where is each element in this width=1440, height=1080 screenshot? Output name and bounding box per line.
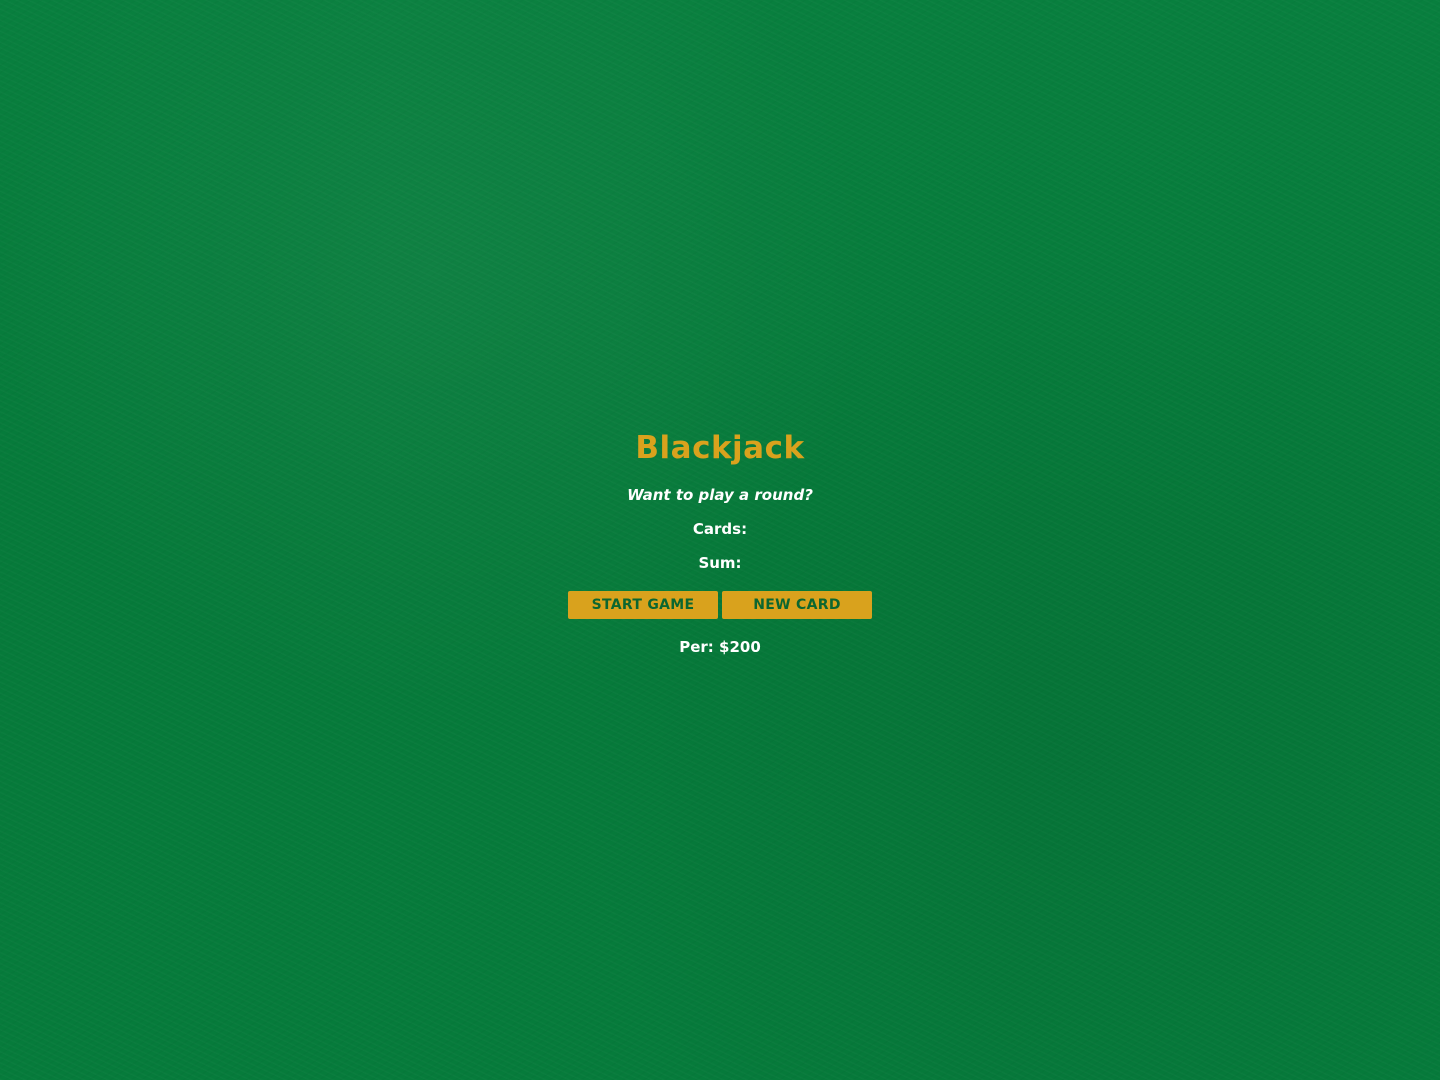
sum-label: Sum: xyxy=(698,554,742,572)
game-panel: Blackjack Want to play a round? Cards: S… xyxy=(0,426,1440,657)
cards-display: Cards: xyxy=(0,519,1440,539)
cards-label: Cards: xyxy=(692,520,748,538)
new-card-button[interactable]: NEW CARD xyxy=(722,591,872,619)
action-buttons: START GAME NEW CARD xyxy=(0,591,1440,619)
game-title: Blackjack xyxy=(635,430,805,466)
game-message: Want to play a round? xyxy=(627,486,813,504)
start-game-button[interactable]: START GAME xyxy=(568,591,718,619)
sum-display: Sum: xyxy=(0,553,1440,573)
player-chips: Per: $200 xyxy=(679,638,761,656)
